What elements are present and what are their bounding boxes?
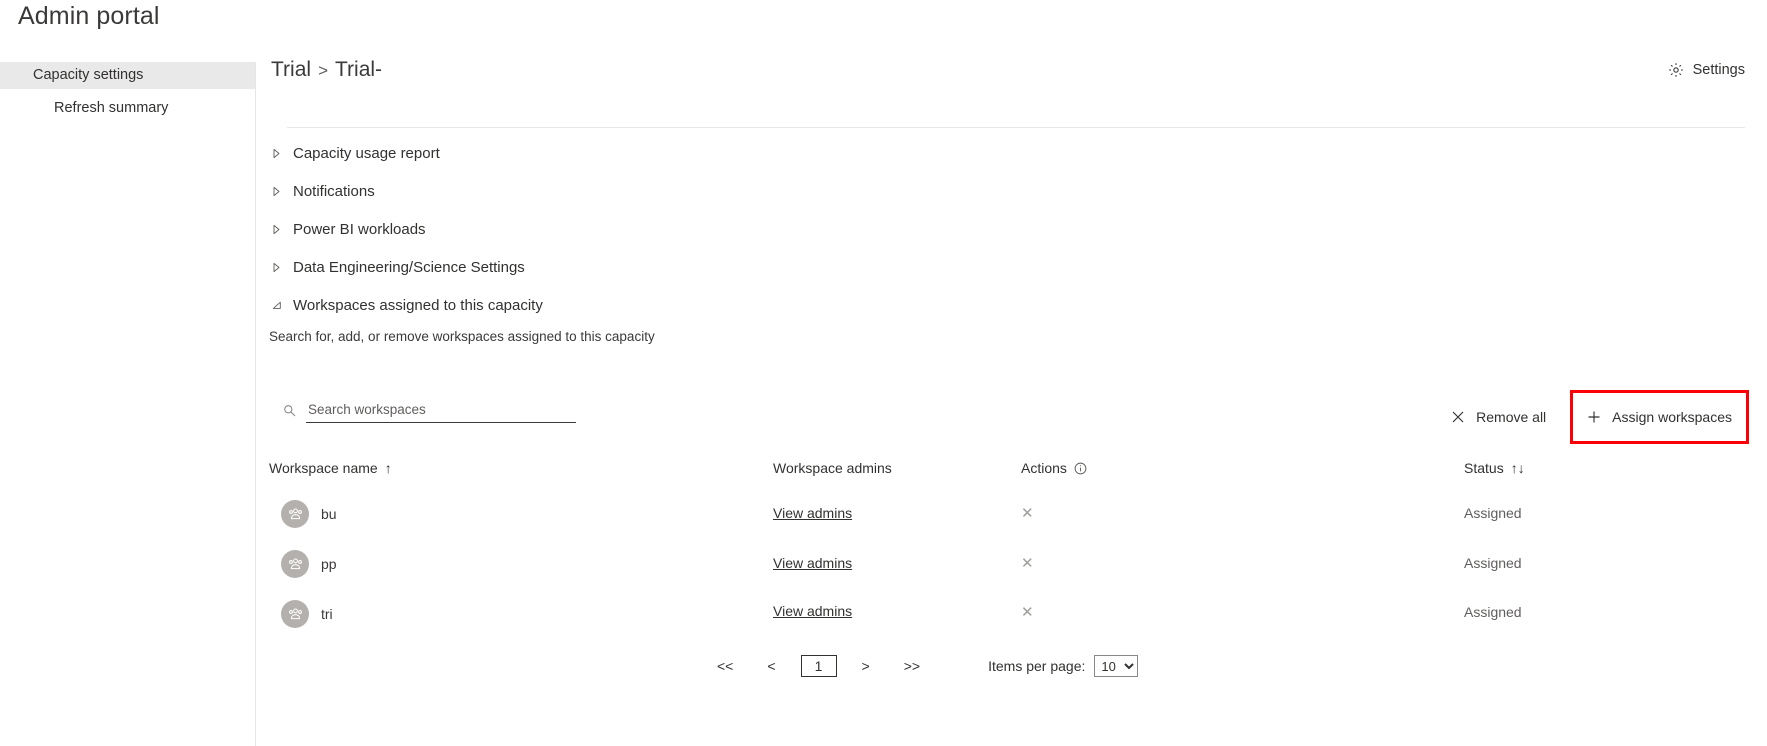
sidebar-item-label: Refresh summary — [54, 100, 169, 116]
sidebar-item-capacity-settings[interactable]: Capacity settings — [0, 62, 255, 89]
workspace-name: tri — [321, 606, 333, 622]
remove-workspace-icon[interactable]: ✕ — [1021, 555, 1034, 572]
workspace-name: bu — [321, 506, 337, 522]
column-header-workspace-name[interactable]: Workspace name ↑ — [269, 460, 392, 476]
status-cell: Assigned — [1464, 500, 1522, 523]
workspace-name: pp — [321, 556, 337, 572]
close-x-icon — [1451, 410, 1465, 424]
section-label: Workspaces assigned to this capacity — [293, 297, 543, 314]
section-data-engineering-science-settings[interactable]: Data Engineering/Science Settings — [271, 259, 525, 276]
column-label: Status — [1464, 460, 1504, 476]
chevron-down-triangle-icon — [271, 300, 282, 311]
section-notifications[interactable]: Notifications — [271, 183, 375, 200]
workspaces-panel-description: Search for, add, or remove workspaces as… — [269, 329, 655, 344]
status-cell: Assigned — [1464, 550, 1522, 573]
remove-workspace-icon[interactable]: ✕ — [1021, 604, 1034, 621]
column-header-status[interactable]: Status ↑↓ — [1464, 460, 1525, 476]
section-capacity-usage-report[interactable]: Capacity usage report — [271, 145, 440, 162]
breadcrumb-separator-icon: > — [318, 61, 328, 80]
settings-button[interactable]: Settings — [1668, 62, 1745, 78]
next-page-button[interactable]: > — [856, 658, 876, 674]
pagination: << < > >> Items per page: 102050100 — [711, 655, 1139, 677]
search-icon — [283, 404, 296, 417]
info-circle-icon[interactable] — [1074, 462, 1087, 475]
view-admins-link[interactable]: View admins — [773, 505, 852, 521]
status-cell: Assigned — [1464, 600, 1522, 622]
workspaces-table: Workspace name ↑ Workspace admins Action… — [256, 460, 1749, 650]
header-divider — [287, 127, 1745, 128]
chevron-right-triangle-icon — [271, 186, 282, 197]
breadcrumb-item-current[interactable]: Trial- — [335, 58, 382, 81]
status-badge: Assigned — [1464, 555, 1522, 571]
section-label: Data Engineering/Science Settings — [293, 259, 525, 276]
column-label: Actions — [1021, 460, 1067, 476]
assign-workspaces-highlight: Assign workspaces — [1570, 390, 1749, 444]
view-admins-link[interactable]: View admins — [773, 555, 852, 571]
current-page-input[interactable] — [800, 655, 837, 677]
items-per-page-select[interactable]: 102050100 — [1094, 655, 1139, 677]
section-workspaces-assigned[interactable]: Workspaces assigned to this capacity — [271, 297, 543, 314]
status-badge: Assigned — [1464, 505, 1522, 521]
items-per-page-label: Items per page: — [988, 658, 1086, 674]
table-row: bu View admins ✕ Assigned — [256, 500, 1749, 550]
sidebar-nav: Capacity settings Refresh summary — [0, 62, 256, 746]
search-workspaces-group — [283, 402, 576, 423]
group-people-icon — [281, 500, 309, 528]
search-input[interactable] — [306, 402, 576, 423]
group-people-icon — [281, 600, 309, 628]
workspaces-action-bar: Remove all Assign workspaces — [1440, 390, 1749, 444]
gear-icon — [1668, 62, 1684, 78]
workspace-name-cell: tri — [269, 600, 333, 628]
column-header-actions: Actions — [1021, 460, 1087, 476]
previous-page-button[interactable]: < — [761, 658, 781, 674]
breadcrumb-item-trial[interactable]: Trial — [271, 58, 311, 81]
remove-all-button[interactable]: Remove all — [1440, 400, 1558, 434]
workspace-name-cell: pp — [269, 550, 337, 578]
workspace-admins-cell: View admins — [773, 550, 852, 573]
chevron-right-triangle-icon — [271, 224, 282, 235]
column-label: Workspace name — [269, 460, 378, 476]
sidebar-item-refresh-summary[interactable]: Refresh summary — [0, 95, 255, 122]
admin-portal-page: Admin portal Capacity settings Refresh s… — [0, 0, 1767, 746]
assign-workspaces-button[interactable]: Assign workspaces — [1587, 409, 1732, 425]
first-page-button[interactable]: << — [711, 658, 739, 674]
table-row: tri View admins ✕ Assigned — [256, 600, 1749, 650]
workspace-admins-cell: View admins — [773, 600, 852, 621]
main-content: Trial > Trial- Settings Capacity usage rep… — [256, 0, 1767, 746]
section-label: Notifications — [293, 183, 375, 200]
plus-icon — [1587, 410, 1601, 424]
section-label: Capacity usage report — [293, 145, 440, 162]
chevron-right-triangle-icon — [271, 148, 282, 159]
table-row: pp View admins ✕ Assigned — [256, 550, 1749, 600]
section-label: Power BI workloads — [293, 221, 426, 238]
settings-label: Settings — [1692, 62, 1745, 78]
workspace-admins-cell: View admins — [773, 500, 852, 523]
actions-cell: ✕ — [1021, 600, 1034, 622]
workspace-name-cell: bu — [269, 500, 337, 528]
breadcrumb: Trial > Trial- — [271, 58, 382, 82]
assign-workspaces-label: Assign workspaces — [1612, 409, 1732, 425]
group-people-icon — [281, 550, 309, 578]
column-header-workspace-admins: Workspace admins — [773, 460, 892, 476]
actions-cell: ✕ — [1021, 550, 1034, 573]
sidebar-item-label: Capacity settings — [33, 67, 144, 83]
last-page-button[interactable]: >> — [898, 658, 926, 674]
table-header-row: Workspace name ↑ Workspace admins Action… — [256, 460, 1749, 500]
sort-both-icon[interactable]: ↑↓ — [1511, 461, 1525, 475]
status-badge: Assigned — [1464, 604, 1522, 620]
remove-all-label: Remove all — [1476, 409, 1547, 425]
section-power-bi-workloads[interactable]: Power BI workloads — [271, 221, 426, 238]
column-label: Workspace admins — [773, 460, 892, 476]
actions-cell: ✕ — [1021, 500, 1034, 523]
page-title: Admin portal — [18, 2, 160, 30]
view-admins-link[interactable]: View admins — [773, 603, 852, 619]
chevron-right-triangle-icon — [271, 262, 282, 273]
sort-ascending-icon[interactable]: ↑ — [385, 461, 392, 475]
remove-workspace-icon[interactable]: ✕ — [1021, 505, 1034, 522]
